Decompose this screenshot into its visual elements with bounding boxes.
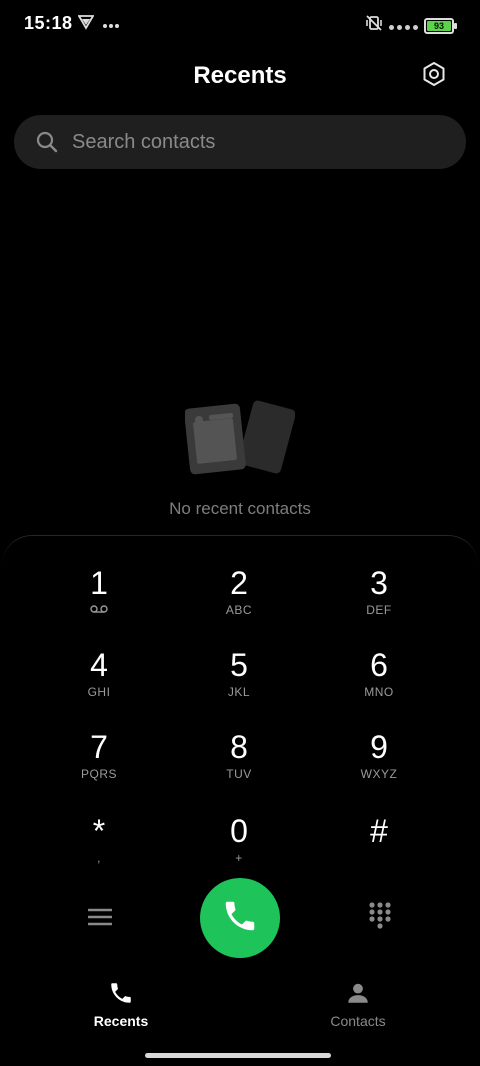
phone-icon (108, 983, 134, 1010)
dial-key-3[interactable]: 3 DEF (319, 565, 439, 635)
dial-key-letters: TUV (226, 767, 252, 781)
dial-key-0[interactable]: 0 + (179, 813, 299, 883)
dial-key-6[interactable]: 6 MNO (319, 647, 439, 717)
nav-recents-label: Recents (93, 1013, 149, 1029)
dial-key-letters: WXYZ (360, 767, 398, 781)
search-icon (36, 131, 58, 153)
dial-key-digit: 1 (90, 565, 108, 601)
dial-key-star[interactable]: * , (39, 813, 159, 883)
dial-key-letters: ABC (225, 603, 253, 617)
voicemail-icon (39, 603, 159, 617)
dial-key-letters: DEF (366, 603, 392, 617)
status-right-icons: 93 (365, 14, 457, 37)
page-title: Recents (193, 62, 287, 89)
dial-key-letters: + (235, 851, 243, 865)
vibrate-off-icon (365, 14, 383, 37)
dial-key-digit: 6 (370, 647, 388, 683)
home-indicator[interactable] (145, 1053, 331, 1058)
dial-key-digit: # (370, 813, 388, 849)
dial-key-digit: 0 (230, 813, 248, 849)
nav-recents[interactable]: Recents (61, 980, 181, 1029)
menu-button[interactable] (84, 903, 116, 935)
dial-key-5[interactable]: 5 JKL (179, 647, 299, 717)
nav-contacts-label: Contacts (330, 1013, 386, 1029)
dialpad-icon (368, 901, 392, 934)
dial-key-letters: JKL (227, 685, 251, 699)
dial-key-digit: 4 (90, 647, 108, 683)
phone-icon (221, 897, 259, 940)
empty-contacts-illustration (184, 400, 296, 480)
dial-key-1[interactable]: 1 (39, 565, 159, 635)
dial-key-letters: , (97, 851, 101, 865)
dial-key-hash[interactable]: # (319, 813, 439, 883)
menu-icon (87, 907, 113, 932)
gear-icon (421, 61, 447, 92)
dial-key-4[interactable]: 4 GHI (39, 647, 159, 717)
dial-key-letters: MNO (364, 685, 394, 699)
dial-key-letters: GHI (87, 685, 111, 699)
signal-icon (389, 21, 418, 30)
person-icon (345, 983, 371, 1010)
keypad-toggle-button[interactable] (364, 901, 396, 933)
battery-level: 93 (433, 20, 444, 31)
nav-contacts[interactable]: Contacts (298, 980, 418, 1029)
call-button[interactable] (200, 878, 280, 958)
search-input[interactable] (70, 129, 434, 155)
empty-state-text: No recent contacts (169, 499, 311, 518)
dial-key-2[interactable]: 2 ABC (179, 565, 299, 635)
dial-key-7[interactable]: 7 PQRS (39, 729, 159, 799)
more-notifications-icon (102, 16, 120, 34)
dial-key-letters: PQRS (80, 767, 117, 781)
settings-button[interactable] (416, 58, 452, 94)
dial-key-digit: 7 (90, 729, 108, 765)
dial-key-digit: 2 (230, 565, 248, 601)
dial-key-digit: 3 (370, 565, 388, 601)
dial-key-digit: 8 (230, 729, 248, 765)
battery-icon: 93 (424, 17, 457, 34)
status-time: 15:18 (24, 13, 73, 33)
dial-key-9[interactable]: 9 WXYZ (319, 729, 439, 799)
dial-key-digit: 5 (230, 647, 248, 683)
dial-key-digit: * (92, 813, 106, 849)
search-bar[interactable] (14, 115, 466, 169)
dial-key-8[interactable]: 8 TUV (179, 729, 299, 799)
dial-key-digit: 9 (370, 729, 388, 765)
status-left-icons (77, 14, 120, 35)
vpn-icon (77, 14, 95, 35)
